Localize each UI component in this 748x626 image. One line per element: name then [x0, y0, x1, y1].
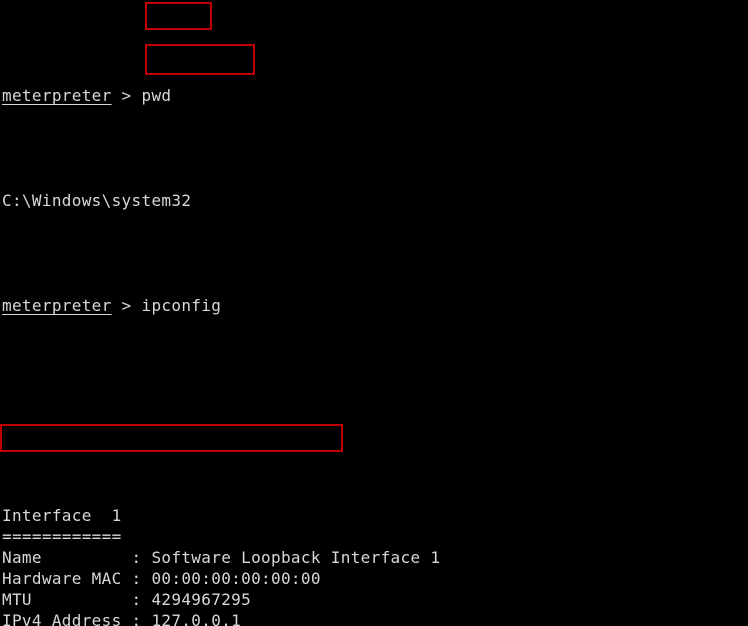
command-text-pwd: pwd: [141, 86, 172, 105]
prompt-user: meterpreter: [2, 86, 112, 105]
interface-heading: Interface 1: [2, 506, 122, 525]
row-label: Hardware MAC :: [2, 569, 152, 588]
terminal-screen: meterpreter > pwd C:\Windows\system32 me…: [2, 1, 540, 626]
prompt-user: meterpreter: [2, 296, 112, 315]
command-text-ipconfig: ipconfig: [141, 296, 222, 315]
pwd-output: C:\Windows\system32: [2, 191, 192, 210]
prompt-symbol: >: [111, 86, 142, 105]
row-value: 127.0.0.1: [151, 611, 242, 626]
interface-rule: ============: [2, 527, 122, 546]
prompt-symbol: >: [111, 296, 142, 315]
terminal-window[interactable]: meterpreter > pwd C:\Windows\system32 me…: [0, 0, 748, 626]
command-line-pwd: meterpreter > pwd: [2, 85, 540, 106]
row-value: 4294967295: [151, 590, 252, 609]
interface-row: Name : Software Loopback Interface 1: [2, 547, 540, 568]
interface-row: IPv4 Address : 127.0.0.1: [2, 610, 540, 626]
interface-list: Interface 1 ============ Name : Software L…: [2, 505, 540, 626]
command-line-ipconfig: meterpreter > ipconfig: [2, 295, 540, 316]
row-value: 00:00:00:00:00:00: [151, 569, 321, 588]
interface-row: Hardware MAC : 00:00:00:00:00:00: [2, 568, 540, 589]
interface-row: MTU : 4294967295: [2, 589, 540, 610]
row-label: Name :: [2, 548, 152, 567]
row-label: IPv4 Address :: [2, 611, 152, 626]
row-value: Software Loopback Interface 1: [151, 548, 441, 567]
row-label: MTU :: [2, 590, 152, 609]
